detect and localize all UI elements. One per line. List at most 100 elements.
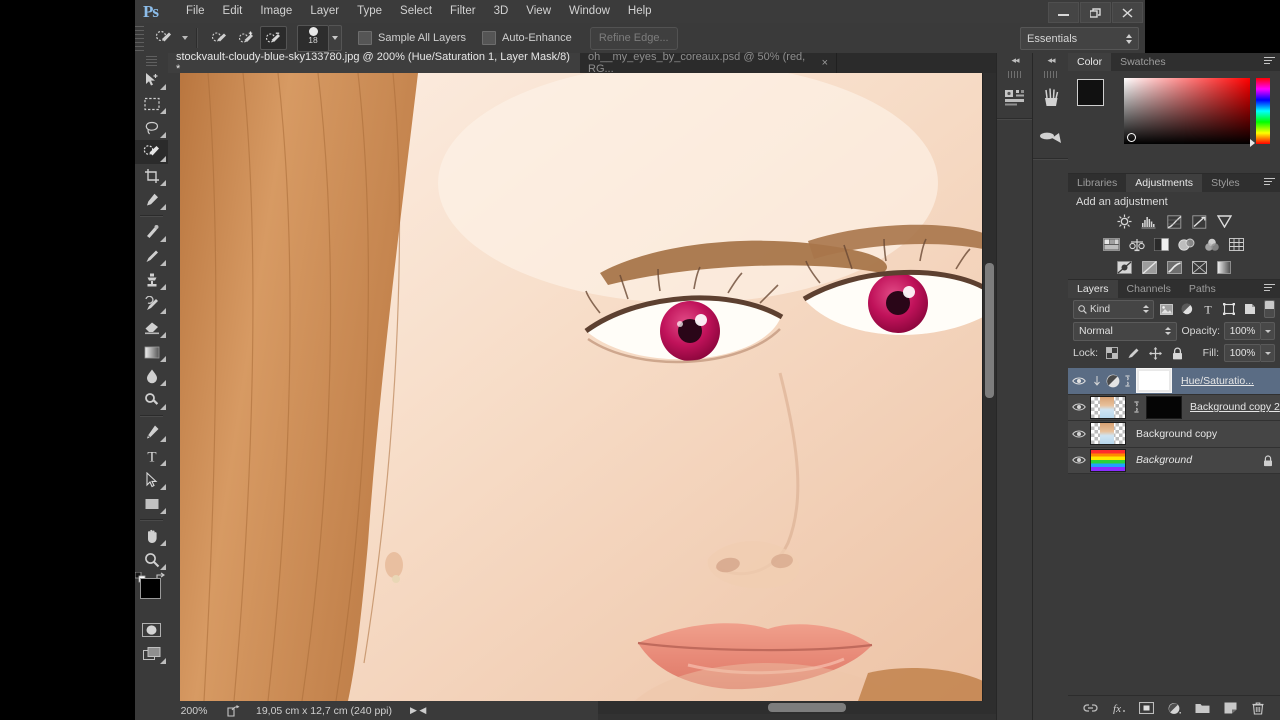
menu-item-filter[interactable]: Filter [441,0,485,23]
filter-kind-select[interactable]: Kind [1073,299,1155,319]
auto-enhance-group[interactable]: Auto-Enhance [482,31,572,45]
menu-item-edit[interactable]: Edit [214,0,252,23]
menu-item-3d[interactable]: 3D [485,0,518,23]
minimize-button[interactable] [1048,2,1079,23]
posterize-icon[interactable] [1138,258,1160,277]
delete-layer-icon[interactable] [1250,700,1266,716]
table-row[interactable]: Hue/Saturatio... [1068,368,1280,395]
exposure-icon[interactable] [1188,212,1210,231]
tab-color[interactable]: Color [1068,53,1112,71]
color-panel-menu-icon[interactable] [1264,57,1276,67]
path-selection-tool[interactable] [135,468,168,492]
foreground-color-swatch[interactable] [1077,79,1104,106]
clone-stamp-tool[interactable] [135,268,168,292]
layer-mask-thumbnail[interactable] [1146,395,1182,419]
adjustment-filter-icon[interactable] [1179,301,1196,318]
options-bar-grip[interactable] [135,23,144,53]
rail-grip-1[interactable] [1007,71,1023,78]
eyedropper-tool[interactable] [135,188,168,212]
hue-saturation-icon[interactable] [1101,235,1123,254]
menu-item-file[interactable]: File [177,0,214,23]
tab-paths[interactable]: Paths [1180,280,1225,298]
layer-name[interactable]: Hue/Saturatio... [1181,375,1254,387]
current-tool-preset[interactable] [150,27,178,49]
rail-grip-2[interactable] [1043,71,1059,78]
hue-saturation-thumbnail[interactable] [1104,374,1121,388]
levels-icon[interactable] [1138,212,1160,231]
invert-icon[interactable] [1113,258,1135,277]
type-filter-icon[interactable]: T [1200,301,1217,318]
mask-link-icon[interactable] [1130,401,1143,413]
refine-edge-button[interactable]: Refine Edge... [589,26,678,50]
brush-presets-icon[interactable] [1033,78,1069,118]
document-image[interactable] [168,73,983,701]
layer-thumbnail[interactable] [1090,422,1126,446]
rectangle-tool[interactable] [135,492,168,516]
new-adjustment-layer-icon[interactable] [1166,700,1182,716]
dodge-tool[interactable] [135,388,168,412]
tab-styles[interactable]: Styles [1202,174,1249,192]
layer-visibility-toggle[interactable] [1068,421,1090,446]
lasso-tool[interactable] [135,116,168,140]
tab-swatches[interactable]: Swatches [1111,53,1175,71]
spot-healing-brush-tool[interactable] [135,220,168,244]
rectangular-marquee-tool[interactable] [135,92,168,116]
pixel-filter-icon[interactable] [1158,301,1175,318]
menu-item-type[interactable]: Type [348,0,391,23]
layer-visibility-toggle[interactable] [1068,368,1090,393]
brush-size-picker[interactable]: 18 [297,24,329,52]
menu-item-select[interactable]: Select [391,0,441,23]
color-balance-icon[interactable] [1126,235,1148,254]
horizontal-scroll-thumb[interactable] [768,703,846,712]
photo-filter-icon[interactable] [1176,235,1198,254]
screen-mode-button[interactable] [135,642,168,666]
tab-channels[interactable]: Channels [1118,280,1180,298]
foreground-color-swatch[interactable] [140,578,161,599]
tools-panel-grip[interactable] [146,56,157,66]
quick-selection-tool[interactable] [135,140,168,164]
layer-visibility-toggle[interactable] [1068,395,1090,420]
mask-link-icon[interactable] [1121,375,1134,387]
tab-libraries[interactable]: Libraries [1068,174,1126,192]
vertical-scroll-thumb[interactable] [985,263,994,398]
expand-panels-button-1[interactable]: ◂◂ [997,53,1033,67]
horizontal-type-tool[interactable]: T [135,444,168,468]
layer-name[interactable]: Background copy [1136,428,1217,440]
menu-item-help[interactable]: Help [619,0,661,23]
clone-source-icon[interactable] [1033,118,1069,158]
curves-icon[interactable] [1163,212,1185,231]
pen-tool[interactable] [135,420,168,444]
vibrance-icon[interactable] [1213,212,1235,231]
table-row[interactable]: Background copy 2 [1068,394,1280,421]
zoom-tool[interactable] [135,548,168,572]
quick-mask-button[interactable] [135,618,168,642]
canvas-vertical-scrollbar[interactable] [982,73,996,701]
lock-transparent-pixels-icon[interactable] [1103,345,1120,362]
menu-item-view[interactable]: View [517,0,560,23]
tab-adjustments[interactable]: Adjustments [1126,174,1203,192]
new-layer-icon[interactable] [1222,700,1238,716]
tab-layers[interactable]: Layers [1068,280,1118,298]
layer-name[interactable]: Background copy 2 [1190,401,1280,413]
layer-thumbnail[interactable] [1090,395,1126,419]
subtract-from-selection-button[interactable] [260,26,287,50]
new-group-icon[interactable] [1194,700,1210,716]
sample-all-layers-checkbox[interactable] [358,31,372,45]
menu-item-image[interactable]: Image [251,0,301,23]
channel-mixer-icon[interactable] [1201,235,1223,254]
canvas-area[interactable] [168,73,996,701]
zoom-level[interactable]: 200% [168,705,220,717]
color-field[interactable] [1124,78,1250,144]
document-tab-inactive[interactable]: oh__my_eyes_by_coreaux.psd @ 50% (red, R… [580,51,837,75]
lock-position-icon[interactable] [1147,345,1164,362]
add-to-selection-button[interactable] [233,26,260,50]
opacity-chevron-down-icon[interactable] [1261,322,1275,340]
table-row[interactable]: Background copy [1068,421,1280,448]
close-icon[interactable]: × [822,57,828,69]
layer-mask-thumbnail[interactable] [1136,368,1172,394]
expand-panels-button-2[interactable]: ◂◂ [1033,53,1069,67]
menu-item-window[interactable]: Window [560,0,619,23]
smart-object-filter-icon[interactable] [1241,301,1258,318]
restore-button[interactable] [1080,2,1111,23]
hand-tool[interactable] [135,524,168,548]
